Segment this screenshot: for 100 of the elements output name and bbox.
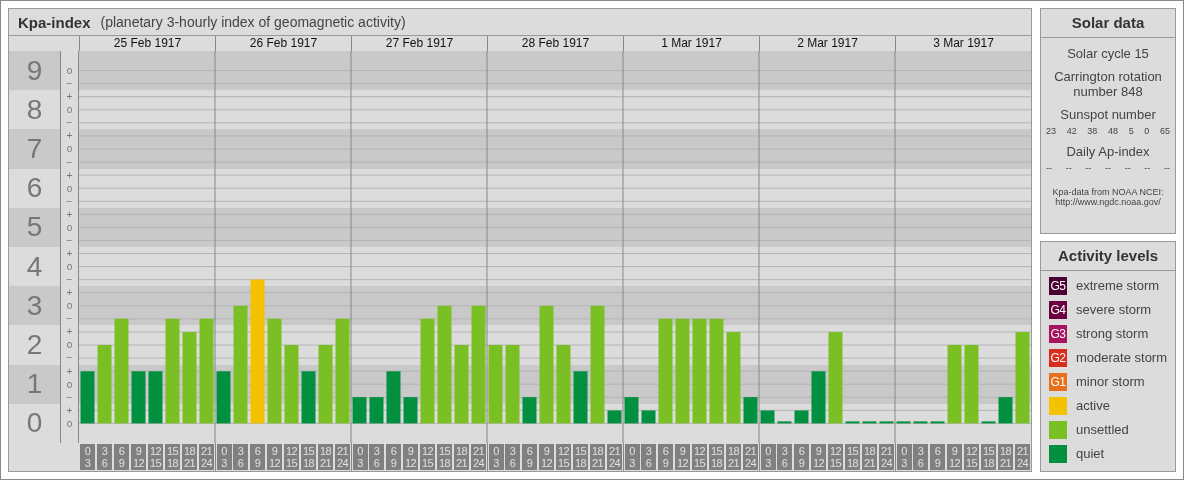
sub-tick-label: + (65, 168, 74, 182)
legend-label: quiet (1076, 446, 1105, 461)
sub-tick-label: o (65, 64, 74, 78)
x-axis-label: 3 6 (233, 444, 248, 470)
sub-tick-label: o (65, 220, 74, 234)
source-note: Kpa-data from NOAA NCEI: http://www.ngdc.noaa.gov/ (1051, 187, 1165, 207)
sub-tick-label: − (65, 155, 74, 169)
sub-tick-label: o (65, 377, 74, 391)
sub-tick-label: − (65, 273, 74, 287)
panel-subtitle: (planetary 3-hourly index of geomagnetic activity) (100, 14, 406, 30)
y-axis-label: 7 (9, 129, 60, 169)
legend-label: active (1076, 398, 1110, 413)
ap-index-value: -- (1144, 163, 1151, 173)
ap-index-value: -- (1163, 163, 1170, 173)
sub-tick-label: + (65, 364, 74, 378)
x-axis-label: 9 12 (131, 444, 146, 470)
x-axis-label: 15 18 (845, 444, 860, 470)
x-axis-label: 15 18 (573, 444, 588, 470)
sunspot-value: 23 (1046, 126, 1057, 136)
x-axis-label: 18 21 (182, 444, 197, 470)
x-axis-label: 9 12 (539, 444, 554, 470)
sub-tick-label: + (65, 246, 74, 260)
y-axis-label: 9 (9, 51, 60, 91)
sunspot-label: Sunspot number (1060, 107, 1156, 122)
sunspot-value: 48 (1108, 126, 1118, 136)
panel-title: Solar data (1041, 9, 1176, 38)
x-axis-label: 15 18 (437, 444, 452, 470)
x-axis-label: 21 24 (879, 444, 894, 470)
carrington-text: Carrington rotation number 848 (1053, 69, 1163, 99)
x-axis-label: 9 12 (403, 444, 418, 470)
x-axis-label: 0 3 (624, 444, 640, 470)
panel-title: Kpa-index (18, 13, 91, 31)
x-axis-label: 15 18 (301, 444, 316, 470)
x-axis-label: 21 24 (607, 444, 622, 470)
sub-tick-label: o (65, 416, 74, 430)
x-axis-label: 18 21 (318, 444, 333, 470)
sub-tick-label: o (65, 338, 74, 352)
x-axis-label: 18 21 (590, 444, 605, 470)
x-axis-label: 3 6 (913, 444, 928, 470)
sunspot-value: 42 (1066, 126, 1077, 136)
x-axis-label: 18 21 (454, 444, 469, 470)
sunspot-value: 65 (1159, 126, 1170, 136)
x-axis-label: 0 3 (80, 444, 95, 470)
x-axis-label: 3 6 (777, 444, 792, 470)
sub-tick-label: − (65, 312, 74, 326)
sub-tick-label: + (65, 129, 74, 143)
sub-tick-label: + (65, 286, 74, 300)
x-axis-label: 12 15 (284, 444, 299, 470)
sub-tick-label: + (65, 403, 74, 417)
x-axis-label: 18 21 (998, 444, 1013, 470)
sunspot-value: 5 (1128, 126, 1134, 136)
x-axis-label: 15 18 (981, 444, 996, 470)
x-axis-label: 9 12 (267, 444, 282, 470)
x-axis-label: 21 24 (743, 444, 758, 470)
x-axis-label: 0 3 (488, 444, 504, 470)
y-axis-label: 3 (9, 286, 60, 326)
ap-index-value: -- (1046, 163, 1052, 173)
x-axis-label: 6 9 (250, 444, 265, 470)
x-axis-label: 18 21 (862, 444, 877, 470)
ap-index-value: -- (1065, 163, 1072, 173)
x-axis-label: 3 6 (505, 444, 520, 470)
sub-tick-label: o (65, 260, 74, 274)
sub-tick-label: − (65, 194, 74, 208)
legend-label: unsettled (1076, 422, 1129, 437)
sub-tick-label: o (65, 181, 74, 195)
sub-tick-label: − (65, 390, 74, 404)
x-axis-label: 6 9 (386, 444, 401, 470)
ap-index-label: Daily Ap-index (1066, 144, 1150, 159)
x-axis-label: 6 9 (658, 444, 673, 470)
legend-swatch: G2 (1049, 348, 1067, 367)
x-axis-label: 21 24 (471, 444, 486, 470)
x-axis-label: 15 18 (165, 444, 180, 470)
x-axis-label: 9 12 (811, 444, 826, 470)
sub-tick-label: + (65, 325, 74, 339)
sub-tick-label: + (65, 207, 74, 221)
legend-swatch: G4 (1049, 300, 1067, 319)
x-axis-label: 15 18 (709, 444, 724, 470)
x-axis-label: 12 15 (420, 444, 435, 470)
y-axis-label: 1 (9, 364, 60, 404)
sub-tick-label: − (65, 351, 74, 365)
sub-tick-label: − (65, 233, 74, 247)
x-axis-label: 9 12 (675, 444, 690, 470)
legend-label: moderate storm (1076, 350, 1168, 365)
x-axis-label: 12 15 (828, 444, 843, 470)
x-axis-label: 12 15 (964, 444, 979, 470)
ap-index-value: -- (1124, 163, 1131, 173)
x-axis-label: 6 9 (930, 444, 945, 470)
ap-index-value: -- (1105, 163, 1111, 173)
x-axis-label: 21 24 (1015, 444, 1030, 470)
legend-swatch: G1 (1049, 372, 1067, 391)
x-axis-label: 0 3 (216, 444, 232, 470)
sub-tick-label: − (65, 77, 74, 91)
solar-cycle-text: Solar cycle 15 (1067, 46, 1149, 61)
x-axis-label: 6 9 (522, 444, 537, 470)
x-axis-label: 21 24 (199, 444, 214, 470)
x-axis-label: 12 15 (556, 444, 571, 470)
sub-tick-label: + (65, 90, 74, 104)
x-axis-label: 3 6 (97, 444, 112, 470)
x-axis-label: 18 21 (726, 444, 741, 470)
x-axis-label: 12 15 (692, 444, 707, 470)
